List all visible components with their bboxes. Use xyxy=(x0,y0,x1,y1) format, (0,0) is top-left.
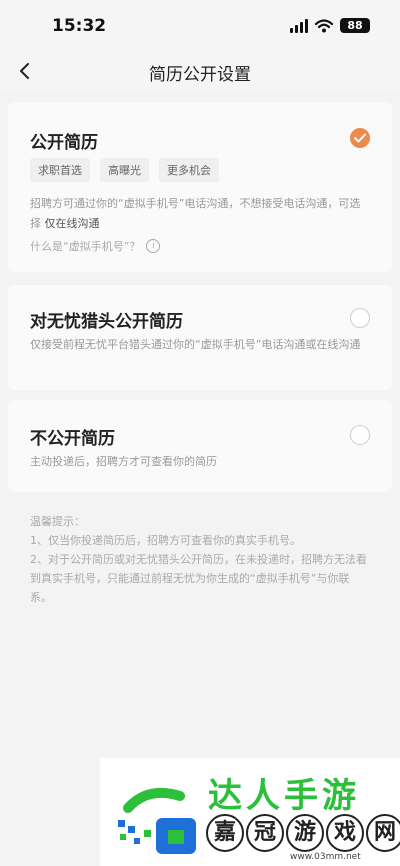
tips-section: 温馨提示： 1、仅当你投递简历后，招聘方可查看你的真实手机号。 2、对于公开简历… xyxy=(30,512,370,607)
nav-bar: 简历公开设置 xyxy=(0,52,400,92)
status-icons: 88 xyxy=(290,18,370,33)
watermark-bottom-text: 嘉 冠 游 戏 网 xyxy=(206,814,400,852)
tag: 求职首选 xyxy=(30,158,90,182)
status-bar: 15:32 88 xyxy=(0,0,400,52)
option-title: 不公开简历 xyxy=(30,429,115,449)
tag-list: 求职首选 高曝光 更多机会 xyxy=(30,158,219,182)
radio-unselected[interactable] xyxy=(350,308,370,328)
check-icon xyxy=(354,133,366,143)
option-private-resume[interactable]: 不公开简历 主动投递后，招聘方才可查看你的简历 xyxy=(8,400,392,492)
option-title: 公开简历 xyxy=(30,133,98,153)
option-public-resume[interactable]: 公开简历 求职首选 高曝光 更多机会 招聘方可通过你的“虚拟手机号”电话沟通，不… xyxy=(8,102,392,272)
watermark-url: www.03mm.net xyxy=(290,852,361,862)
watermark-top-text: 达人手游 xyxy=(208,776,360,816)
signal-icon xyxy=(290,18,308,33)
info-icon: i xyxy=(146,239,161,253)
radio-unselected[interactable] xyxy=(350,425,370,445)
option-description: 仅接受前程无忧平台猎头通过你的“虚拟手机号”电话沟通或在线沟通 xyxy=(30,338,361,351)
tip-item: 1、仅当你投递简历后，招聘方可查看你的真实手机号。 xyxy=(30,534,301,547)
option-description: 招聘方可通过你的“虚拟手机号”电话沟通，不想接受电话沟通，可选择 仅在线沟通 xyxy=(30,197,361,230)
option-title: 对无忧猎头公开简历 xyxy=(30,312,183,332)
page-title: 简历公开设置 xyxy=(149,65,251,85)
online-only-text: 仅在线沟通 xyxy=(44,217,100,230)
tip-item: 2、对于公开简历或对无忧猎头公开简历，在未投递时，招聘方无法看到真实手机号，只能… xyxy=(30,553,367,604)
tag: 高曝光 xyxy=(100,158,149,182)
tag: 更多机会 xyxy=(159,158,219,182)
watermark: 达人手游 嘉 冠 游 戏 网 www.03mm.net xyxy=(100,758,400,866)
option-description: 主动投递后，招聘方才可查看你的简历 xyxy=(30,455,217,468)
battery-icon: 88 xyxy=(340,18,370,33)
radio-selected[interactable] xyxy=(350,128,370,148)
tips-heading: 温馨提示： xyxy=(30,515,85,528)
virtual-number-help-link[interactable]: 什么是“虚拟手机号”？ i xyxy=(30,238,161,254)
option-headhunter-public[interactable]: 对无忧猎头公开简历 仅接受前程无忧平台猎头通过你的“虚拟手机号”电话沟通或在线沟… xyxy=(8,285,392,390)
status-time: 15:32 xyxy=(52,16,107,36)
site-logo-icon xyxy=(118,788,196,854)
wifi-icon xyxy=(315,18,333,32)
